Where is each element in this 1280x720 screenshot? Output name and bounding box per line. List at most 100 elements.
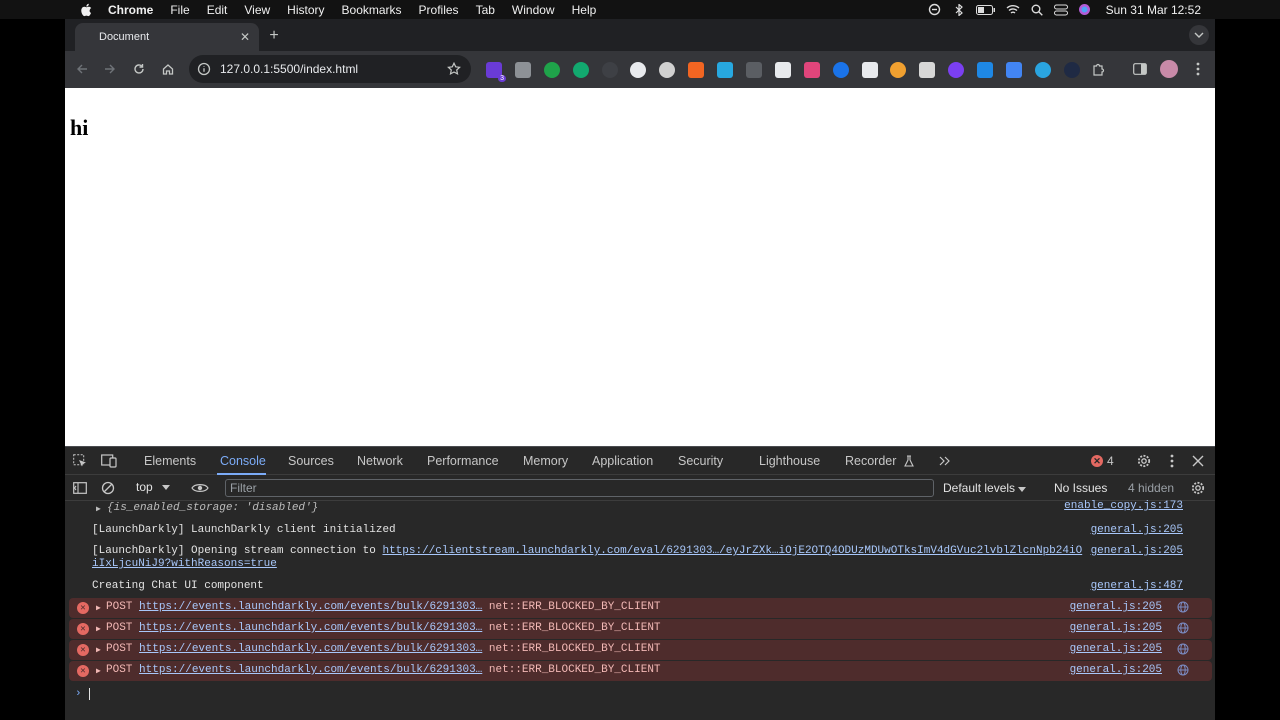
tab-security[interactable]: Security: [678, 454, 723, 468]
stream-url-link[interactable]: https://clientstream.launchdarkly.com/ev…: [382, 545, 1082, 557]
settings-gear-icon[interactable]: [1136, 453, 1152, 469]
network-globe-icon[interactable]: [1177, 622, 1189, 634]
extension-dark-icon[interactable]: [1063, 62, 1080, 78]
tab-search-button[interactable]: [1189, 25, 1209, 45]
tab-memory[interactable]: Memory: [523, 454, 568, 468]
expand-arrow-icon[interactable]: ▶: [96, 645, 101, 655]
menu-window[interactable]: Window: [512, 3, 555, 17]
back-button[interactable]: [74, 61, 90, 77]
extension-download-blue-icon[interactable]: [977, 62, 994, 78]
side-panel-icon[interactable]: [1132, 61, 1148, 77]
spotlight-search-icon[interactable]: [1030, 4, 1044, 16]
bookmark-star-icon[interactable]: [447, 61, 461, 76]
chrome-menu-icon[interactable]: [1190, 61, 1206, 77]
extension-green-icon[interactable]: [543, 62, 560, 78]
request-url-link[interactable]: https://events.launchdarkly.com/events/b…: [139, 622, 482, 634]
device-toolbar-icon[interactable]: [101, 453, 117, 469]
menu-view[interactable]: View: [244, 3, 270, 17]
extension-up-icon[interactable]: [1034, 62, 1051, 78]
menu-profiles[interactable]: Profiles: [419, 3, 459, 17]
request-url-link[interactable]: https://events.launchdarkly.com/events/b…: [139, 664, 482, 676]
extension-c-icon[interactable]: [746, 62, 763, 78]
close-devtools-icon[interactable]: [1190, 453, 1206, 469]
sidebar-toggle-icon[interactable]: [72, 480, 88, 496]
clear-console-icon[interactable]: [100, 480, 116, 496]
hidden-messages-count[interactable]: 4 hidden: [1128, 481, 1174, 495]
address-bar[interactable]: 127.0.0.1:5500/index.html: [189, 55, 471, 83]
error-counter[interactable]: ✕ 4: [1091, 454, 1114, 468]
source-link[interactable]: general.js:205: [1091, 545, 1183, 557]
wifi-icon[interactable]: [1006, 4, 1020, 16]
extension-purple-icon[interactable]: 3: [486, 62, 506, 82]
request-url-link[interactable]: https://events.launchdarkly.com/events/b…: [139, 601, 482, 613]
menu-bookmarks[interactable]: Bookmarks: [342, 3, 402, 17]
customize-menu-icon[interactable]: [1164, 453, 1180, 469]
bluetooth-icon[interactable]: [952, 3, 966, 16]
tab-network[interactable]: Network: [357, 454, 403, 468]
tab-lighthouse[interactable]: Lighthouse: [759, 454, 820, 468]
source-link[interactable]: general.js:205: [1070, 601, 1162, 613]
profile-avatar[interactable]: [1160, 60, 1178, 78]
stream-url-link-continued[interactable]: iIxLjcuNiJ9?withReasons=true: [92, 558, 277, 570]
extension-orange-icon[interactable]: [688, 62, 705, 78]
extension-w-icon[interactable]: [659, 62, 676, 78]
extension-f-icon[interactable]: [717, 62, 734, 78]
console-settings-gear-icon[interactable]: [1190, 480, 1206, 496]
issues-button[interactable]: No Issues: [1054, 481, 1107, 495]
request-url-link[interactable]: https://events.launchdarkly.com/events/b…: [139, 643, 482, 655]
storage-object[interactable]: {is_enabled_storage: 'disabled'}: [107, 502, 318, 514]
extension-gear-icon[interactable]: [601, 62, 618, 78]
extensions-puzzle-icon[interactable]: [1090, 61, 1106, 77]
extension-translate-icon[interactable]: [1006, 62, 1023, 78]
source-link[interactable]: enable_copy.js:173: [1064, 500, 1183, 512]
menubar-clock[interactable]: Sun 31 Mar 12:52: [1106, 3, 1201, 17]
tab-document[interactable]: Document ✕: [75, 23, 259, 51]
inspect-element-icon[interactable]: [72, 453, 88, 469]
site-info-icon[interactable]: [197, 62, 211, 76]
extension-speed-icon[interactable]: [630, 62, 647, 78]
extension-grid-icon[interactable]: [919, 62, 936, 78]
menu-history[interactable]: History: [287, 3, 324, 17]
extension-moon-icon[interactable]: [890, 62, 907, 78]
apple-menu-icon[interactable]: [80, 3, 94, 17]
tab-performance[interactable]: Performance: [427, 454, 499, 468]
source-link[interactable]: general.js:487: [1091, 580, 1183, 592]
network-globe-icon[interactable]: [1177, 664, 1189, 676]
network-globe-icon[interactable]: [1177, 643, 1189, 655]
extension-sparkle-icon[interactable]: [948, 62, 965, 78]
menu-chrome[interactable]: Chrome: [108, 3, 153, 17]
source-link[interactable]: general.js:205: [1070, 643, 1162, 655]
menu-help[interactable]: Help: [572, 3, 597, 17]
extension-grammarly-icon[interactable]: [572, 62, 589, 78]
extension-edge-icon[interactable]: [832, 62, 849, 78]
network-globe-icon[interactable]: [1177, 601, 1189, 613]
extension-sh-icon[interactable]: [774, 62, 791, 78]
forward-button[interactable]: [102, 61, 118, 77]
battery-icon[interactable]: [975, 4, 996, 16]
tab-application[interactable]: Application: [592, 454, 653, 468]
extension-camera-icon[interactable]: [861, 62, 878, 78]
control-center-icon[interactable]: [1053, 4, 1068, 16]
tab-recorder[interactable]: Recorder: [845, 454, 896, 468]
tab-sources[interactable]: Sources: [288, 454, 334, 468]
reload-button[interactable]: [131, 61, 147, 77]
menu-edit[interactable]: Edit: [207, 3, 228, 17]
tab-elements[interactable]: Elements: [144, 454, 196, 468]
extension-arrow-icon[interactable]: [803, 62, 820, 78]
live-expression-eye-icon[interactable]: [191, 480, 209, 496]
source-link[interactable]: general.js:205: [1070, 622, 1162, 634]
expand-arrow-icon[interactable]: ▶: [96, 504, 101, 514]
siri-icon[interactable]: [1078, 4, 1092, 16]
expand-arrow-icon[interactable]: ▶: [96, 603, 101, 613]
new-tab-button[interactable]: +: [265, 27, 283, 45]
extension-download-icon[interactable]: [514, 62, 531, 78]
tab-console[interactable]: Console: [220, 454, 266, 468]
menu-file[interactable]: File: [170, 3, 189, 17]
source-link[interactable]: general.js:205: [1070, 664, 1162, 676]
close-tab-icon[interactable]: ✕: [239, 31, 251, 43]
sync-icon[interactable]: [928, 3, 942, 16]
console-input-caret[interactable]: [89, 688, 90, 700]
console-filter-input[interactable]: Filter: [225, 479, 934, 497]
context-selector[interactable]: top: [136, 480, 170, 494]
source-link[interactable]: general.js:205: [1091, 524, 1183, 536]
